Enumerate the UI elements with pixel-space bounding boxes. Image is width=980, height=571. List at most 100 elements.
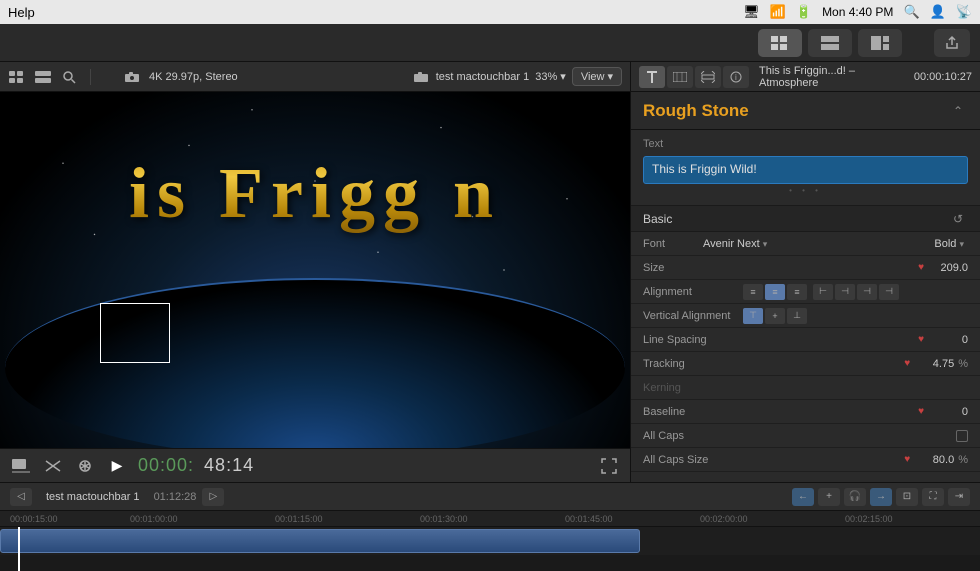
size-value[interactable]: 209.0 <box>928 262 968 274</box>
filmstrip-icon[interactable] <box>34 68 52 86</box>
align-justify-center-btn[interactable]: ⊣ <box>835 284 855 300</box>
timeline-ruler: 00:00:15:00 00:01:00:00 00:01:15:00 00:0… <box>0 511 980 527</box>
baseline-value[interactable]: 0 <box>928 406 968 418</box>
tracking-keyframe[interactable]: ♥ <box>904 358 910 369</box>
font-style[interactable]: Bold ▾ <box>934 238 964 250</box>
touchbar-share-btn[interactable] <box>934 29 970 57</box>
inspector-tab-audio[interactable] <box>695 66 721 88</box>
playhead <box>18 527 20 571</box>
wifi-icon: 📶 <box>770 4 786 20</box>
back-btn[interactable]: ← <box>792 488 814 506</box>
text-overlay: is Frigg n <box>0 152 630 235</box>
baseline-value-group: ♥ 0 <box>743 406 968 418</box>
all-caps-size-value-group: ♥ 80.0 % <box>743 454 968 466</box>
toolbar-center: 4K 29.97p, Stereo <box>123 68 238 86</box>
vertical-alignment-label: Vertical Alignment <box>643 310 743 322</box>
align-justify-right-btn[interactable]: ⊣ <box>879 284 899 300</box>
playback-controls: ▶ 00:00: 48:14 <box>0 448 630 482</box>
wifi2-icon: 📡 <box>956 4 972 20</box>
view-button[interactable]: View ▾ <box>572 67 622 86</box>
next-clip-btn[interactable]: ▷ <box>202 488 224 506</box>
clip-settings-btn[interactable] <box>10 455 32 477</box>
ruler-label-5: 00:01:45:00 <box>565 514 613 524</box>
baseline-keyframe[interactable]: ♥ <box>918 406 924 417</box>
touchbar-strip-btn[interactable] <box>808 29 852 57</box>
fullscreen2-btn[interactable]: ⛶ <box>922 488 944 506</box>
line-spacing-value-group: ♥ 0 <box>743 334 968 346</box>
separator <box>90 69 91 85</box>
line-spacing-value[interactable]: 0 <box>928 334 968 346</box>
main-content: 4K 29.97p, Stereo test mactouchbar 1 33%… <box>0 62 980 482</box>
resize-handle[interactable]: • • • <box>643 184 968 197</box>
library-icon[interactable] <box>8 68 26 86</box>
touchbar-layout-btn[interactable] <box>858 29 902 57</box>
all-caps-row: All Caps <box>631 424 980 448</box>
ruler-label-3: 00:01:15:00 <box>275 514 323 524</box>
font-name[interactable]: Avenir Next ▾ <box>703 238 934 250</box>
help-menu[interactable]: Help <box>8 5 35 20</box>
inspector-tab-text[interactable] <box>639 66 665 88</box>
resize-dots-icon: • • • <box>789 186 822 195</box>
line-spacing-keyframe[interactable]: ♥ <box>918 334 924 345</box>
clip-btn[interactable]: ⊡ <box>896 488 918 506</box>
selection-box[interactable] <box>100 303 170 363</box>
undo-btn[interactable]: ↺ <box>948 209 968 229</box>
line-spacing-label: Line Spacing <box>643 334 743 346</box>
inspector-title: This is Friggin...d! – Atmosphere <box>759 65 912 89</box>
overlay-text: is Frigg n <box>129 152 501 235</box>
valign-bottom-btn[interactable]: ⊥ <box>787 308 807 324</box>
inspector-panel: i This is Friggin...d! – Atmosphere 00:0… <box>630 62 980 482</box>
font-name-arrow: ▾ <box>763 239 768 249</box>
baseline-label: Baseline <box>643 406 743 418</box>
forward-btn[interactable]: → <box>870 488 892 506</box>
collapse-button[interactable]: ⌃ <box>948 101 968 121</box>
all-caps-size-unit: % <box>958 454 968 466</box>
inspector-tab-info[interactable]: i <box>723 66 749 88</box>
svg-text:i: i <box>735 73 737 82</box>
size-row: Size ♥ 209.0 <box>631 256 980 280</box>
trim-btn[interactable] <box>42 455 64 477</box>
effect-name-bar: Rough Stone ⌃ <box>631 92 980 130</box>
headphones-btn[interactable]: 🎧 <box>844 488 866 506</box>
play-button[interactable]: ▶ <box>106 455 128 477</box>
effects-btn[interactable] <box>74 455 96 477</box>
toolbar-right: test mactouchbar 1 33% ▾ View ▾ <box>412 67 622 86</box>
touchbar <box>0 24 980 62</box>
font-row: Font Avenir Next ▾ Bold ▾ <box>631 232 980 256</box>
prev-clip-btn[interactable]: ◁ <box>10 488 32 506</box>
fullscreen-button[interactable] <box>598 455 620 477</box>
left-panel: 4K 29.97p, Stereo test mactouchbar 1 33%… <box>0 62 630 482</box>
valign-center-btn[interactable]: + <box>765 308 785 324</box>
all-caps-size-keyframe[interactable]: ♥ <box>904 454 910 465</box>
search-icon[interactable]: 🔍 <box>903 4 919 20</box>
end-btn[interactable]: ⇥ <box>948 488 970 506</box>
menubar: Help 🖥 📶 🔋 Mon 4:40 PM 🔍 👤 📡 <box>0 0 980 24</box>
search-btn[interactable] <box>60 68 78 86</box>
zoom-selector[interactable]: 33% ▾ <box>535 70 566 83</box>
toolbar-left <box>8 68 78 86</box>
timeline-clip-1[interactable] <box>0 529 640 553</box>
user-icon[interactable]: 👤 <box>930 4 946 20</box>
mark-btn[interactable]: + <box>818 488 840 506</box>
tracking-value[interactable]: 4.75 <box>914 358 954 370</box>
tracking-value-group: ♥ 4.75 % <box>743 358 968 370</box>
align-justify-full-btn[interactable]: ⊣ <box>857 284 877 300</box>
align-right-btn[interactable]: ≡ <box>787 284 807 300</box>
text-input[interactable]: This is Friggin Wild! <box>643 156 968 184</box>
kerning-label: Kerning <box>643 382 743 394</box>
valign-top-btn[interactable]: ⊤ <box>743 308 763 324</box>
all-caps-checkbox[interactable] <box>956 430 968 442</box>
align-justify-left-btn[interactable]: ⊢ <box>813 284 833 300</box>
timeline-clip-time: 01:12:28 <box>154 491 197 503</box>
touchbar-grid-btn[interactable] <box>758 29 802 57</box>
inspector-tab-video[interactable] <box>667 66 693 88</box>
inspector-duration: 00:00:10:27 <box>914 71 972 83</box>
clip-camera-icon <box>412 68 430 86</box>
size-keyframe[interactable]: ♥ <box>918 262 924 273</box>
current-timecode: 48:14 <box>204 455 254 476</box>
all-caps-size-value[interactable]: 80.0 <box>914 454 954 466</box>
align-center-btn[interactable]: ≡ <box>765 284 785 300</box>
alignment-buttons: ≡ ≡ ≡ ⊢ ⊣ ⊣ ⊣ <box>743 284 899 300</box>
align-left-btn[interactable]: ≡ <box>743 284 763 300</box>
resolution-label: 4K 29.97p, Stereo <box>149 71 238 83</box>
